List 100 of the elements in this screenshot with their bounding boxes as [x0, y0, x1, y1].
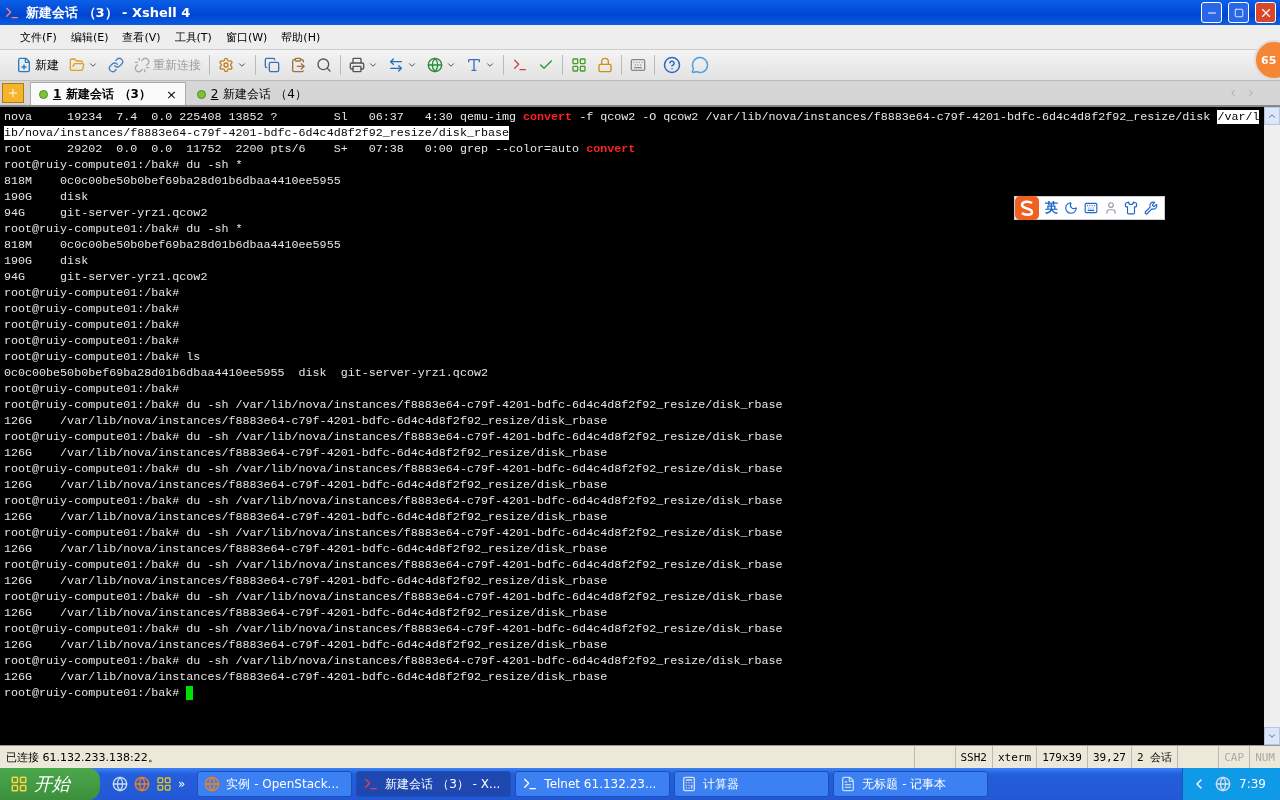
status-dot — [39, 89, 48, 99]
search-icon — [316, 57, 332, 73]
taskbar-button[interactable]: Telnet 61.132.23... — [515, 771, 671, 797]
keyboard-icon[interactable] — [1084, 201, 1098, 215]
terminal-line: root@ruiy-compute01:/bak# — [4, 381, 180, 397]
terminal-line: root@ruiy-compute01:/bak# — [4, 685, 194, 701]
caret-icon — [485, 60, 495, 70]
terminal-line: root@ruiy-compute01:/bak# du -sh * — [4, 157, 243, 173]
minimize-button[interactable] — [1201, 2, 1222, 23]
terminal-line: 126G /var/lib/nova/instances/f8883e64-c79f-4201-bdfc-6d4c4d8f2f92_resize/disk_rbase — [4, 541, 608, 557]
terminal-line: 190G disk — [4, 189, 89, 205]
globe-icon[interactable] — [112, 776, 128, 792]
help-icon — [663, 56, 681, 74]
terminal-line: 126G /var/lib/nova/instances/f8883e64-c79f-4201-bdfc-6d4c4d8f2f92_resize/disk_rbase — [4, 605, 608, 621]
globe-icon — [427, 57, 443, 73]
menu-item[interactable]: 编辑(E) — [64, 27, 115, 47]
terminal-line: 126G /var/lib/nova/instances/f8883e64-c79f-4201-bdfc-6d4c4d8f2f92_resize/disk_rbase — [4, 669, 608, 685]
connection-status: 已连接 61.132.233.138:22。 — [5, 749, 160, 765]
taskbar-button[interactable]: 计算器 — [674, 771, 830, 797]
more-button[interactable]: » — [178, 777, 186, 791]
terminal[interactable] — [0, 107, 1280, 745]
broken-link-icon — [134, 57, 150, 73]
add-tab-button[interactable] — [2, 83, 24, 103]
window-title: 新建会话 （3） - Xshell 4 — [26, 3, 192, 22]
lock-button[interactable] — [595, 55, 615, 75]
caret-icon — [407, 60, 417, 70]
keyboard-icon — [630, 57, 646, 73]
console-icon — [522, 776, 539, 792]
printer-icon — [349, 57, 365, 73]
caret-icon — [88, 60, 98, 70]
grid-icon[interactable] — [156, 776, 172, 792]
new-session-button[interactable]: 新建 — [14, 54, 61, 76]
arrows-icon — [388, 57, 404, 73]
copy-button[interactable] — [262, 55, 282, 75]
terminal-line: 818M 0c0c00be50b0bef69ba28d01b6dbaa4410ee5955 — [4, 237, 341, 253]
menu-item[interactable]: 窗口(W) — [219, 27, 274, 47]
menu-item[interactable]: 工具(T) — [168, 27, 218, 47]
terminal-line: 126G /var/lib/nova/instances/f8883e64-c79f-4201-bdfc-6d4c4d8f2f92_resize/disk_rbase — [4, 573, 608, 589]
shirt-icon[interactable] — [1124, 201, 1138, 215]
connect-button[interactable] — [106, 55, 126, 75]
clock: 7:39 — [1239, 777, 1266, 791]
terminal-line: root@ruiy-compute01:/bak# du -sh /var/lib/nova/instances/f8883e64-c79f-4201-bdfc-6d4c4d8f2f92_resize/disk_rbase — [4, 525, 783, 541]
start-button[interactable]: 开始 — [0, 768, 100, 800]
terminal-icon — [512, 57, 528, 73]
terminal-line: root@ruiy-compute01:/bak# — [4, 301, 180, 317]
tab-number: 1 — [53, 87, 62, 101]
session-tab[interactable]: 2 新建会话 （4） — [187, 82, 316, 105]
browser-icon[interactable] — [134, 776, 150, 792]
tab-close-button[interactable]: × — [165, 86, 177, 102]
taskbar-button[interactable]: 实例 - OpenStack... — [197, 771, 353, 797]
globe-icon — [204, 776, 221, 792]
terminal-line: root@ruiy-compute01:/bak# du -sh /var/lib/nova/instances/f8883e64-c79f-4201-bdfc-6d4c4d8f2f92_resize/disk_rbase — [4, 653, 783, 669]
taskbar-button[interactable]: 无标题 - 记事本 — [833, 771, 989, 797]
menu-item[interactable]: 帮助(H) — [275, 27, 327, 47]
caret-icon — [237, 60, 247, 70]
terminal-line: 126G /var/lib/nova/instances/f8883e64-c79f-4201-bdfc-6d4c4d8f2f92_resize/disk_rbase — [4, 477, 608, 493]
scrollbar[interactable] — [1264, 107, 1280, 745]
taskbar-button[interactable]: 新建会话 （3） - X... — [356, 771, 512, 797]
terminal-line: 0c0c00be50b0bef69ba28d01b6dbaa4410ee5955 disk git-server-yrz1.qcow2 — [4, 365, 488, 381]
terminal-line: 94G git-server-yrz1.qcow2 — [4, 269, 208, 285]
terminal-line: root 29202 0.0 0.0 11752 2200 pts/6 S+ 07:38 0:00 grep --color=auto convert — [4, 141, 636, 157]
terminal-line: root@ruiy-compute01:/bak# du -sh /var/lib/nova/instances/f8883e64-c79f-4201-bdfc-6d4c4d8f2f92_resize/disk_rbase — [4, 461, 783, 477]
copy-icon — [264, 57, 280, 73]
menu-item[interactable]: 文件(F) — [14, 27, 63, 47]
restore-button[interactable] — [1228, 2, 1249, 23]
terminal-line: 818M 0c0c00be50b0bef69ba28d01b6dbaa4410ee5955 — [4, 173, 341, 189]
plus-icon — [7, 87, 19, 99]
speech-bubble-icon — [691, 56, 709, 74]
session-tab[interactable]: 1 新建会话 （3） × — [30, 82, 186, 105]
lock-icon — [597, 57, 613, 73]
terminal-line: root@ruiy-compute01:/bak# — [4, 285, 180, 301]
wrench-icon[interactable] — [1144, 201, 1158, 215]
terminal-line: root@ruiy-compute01:/bak# du -sh * — [4, 221, 243, 237]
terminal-line: root@ruiy-compute01:/bak# du -sh /var/lib/nova/instances/f8883e64-c79f-4201-bdfc-6d4c4d8f2f92_resize/disk_rbase — [4, 493, 783, 509]
terminal-line: 126G /var/lib/nova/instances/f8883e64-c79f-4201-bdfc-6d4c4d8f2f92_resize/disk_rbase — [4, 445, 608, 461]
terminal-line: root@ruiy-compute01:/bak# — [4, 333, 180, 349]
input-mode[interactable]: 英 — [1045, 199, 1058, 217]
terminal-line: root@ruiy-compute01:/bak# — [4, 317, 180, 333]
grid-icon — [571, 57, 587, 73]
tab-label: 新建会话 （3） — [66, 85, 151, 103]
terminal-line: 126G /var/lib/nova/instances/f8883e64-c79f-4201-bdfc-6d4c4d8f2f92_resize/disk_rbase — [4, 637, 608, 653]
terminal-line: root@ruiy-compute01:/bak# ls — [4, 349, 201, 365]
tab-number: 2 — [210, 87, 219, 101]
menu-item[interactable]: 查看(V) — [116, 27, 167, 47]
terminal-line: root@ruiy-compute01:/bak# du -sh /var/lib/nova/instances/f8883e64-c79f-4201-bdfc-6d4c4d8f2f92_resize/disk_rbase — [4, 397, 783, 413]
terminal-line: root@ruiy-compute01:/bak# du -sh /var/lib/nova/instances/f8883e64-c79f-4201-bdfc-6d4c4d8f2f92_resize/disk_rbase — [4, 557, 783, 573]
terminal-line: root@ruiy-compute01:/bak# du -sh /var/lib/nova/instances/f8883e64-c79f-4201-bdfc-6d4c4d8f2f92_resize/disk_rbase — [4, 589, 783, 605]
moon-icon[interactable] — [1064, 201, 1078, 215]
restore-icon — [1233, 7, 1244, 18]
tab-label: 新建会话 （4） — [223, 85, 307, 103]
terminal-line: 126G /var/lib/nova/instances/f8883e64-c79f-4201-bdfc-6d4c4d8f2f92_resize/disk_rbase — [4, 413, 608, 429]
terminal-line: 126G /var/lib/nova/instances/f8883e64-c79f-4201-bdfc-6d4c4d8f2f92_resize/disk_rbase — [4, 509, 608, 525]
chat-button[interactable] — [689, 54, 711, 76]
new-file-icon — [16, 57, 32, 73]
scroll-down-icon — [1267, 731, 1277, 741]
grid-button[interactable] — [569, 55, 589, 75]
terminal-line: root@ruiy-compute01:/bak# du -sh /var/lib/nova/instances/f8883e64-c79f-4201-bdfc-6d4c4d8f2f92_resize/disk_rbase — [4, 621, 783, 637]
close-button[interactable] — [1255, 2, 1276, 23]
user-icon[interactable] — [1104, 201, 1118, 215]
help-button[interactable] — [661, 54, 683, 76]
